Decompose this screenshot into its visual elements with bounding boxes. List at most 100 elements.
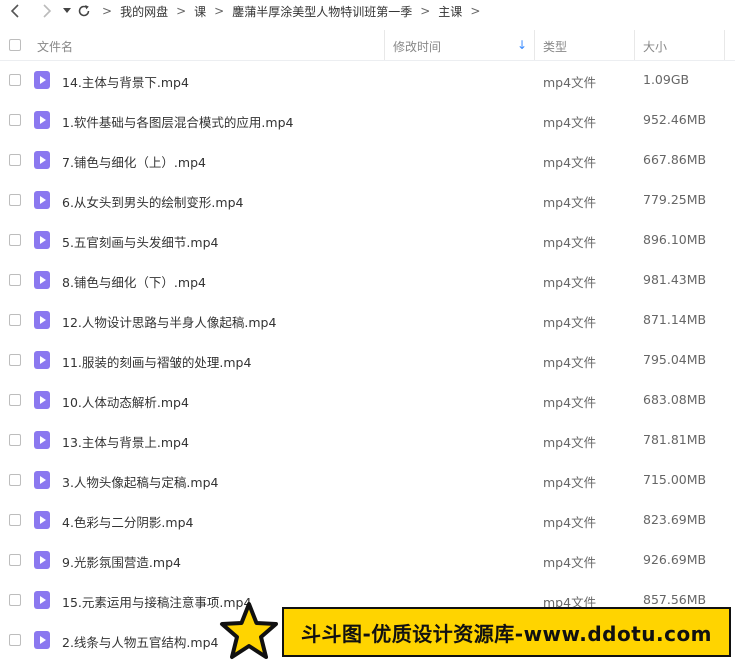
row-checkbox[interactable] <box>9 634 21 646</box>
file-row[interactable]: 14.主体与背景下.mp4 mp4文件 1.09GB <box>0 60 735 100</box>
file-type: mp4文件 <box>543 155 597 170</box>
row-checkbox[interactable] <box>9 114 21 126</box>
video-file-icon <box>34 111 50 129</box>
file-name[interactable]: 14.主体与背景下.mp4 <box>62 72 189 91</box>
breadcrumb-main-course[interactable]: 主课 <box>438 3 462 20</box>
file-type: mp4文件 <box>543 555 597 570</box>
top-nav-bar: > 我的网盘 > 课 > 鏖蒲半厚涂美型人物特训班第一季 > 主课 > <box>0 0 735 22</box>
sort-descending-icon[interactable]: ↓ <box>517 38 527 52</box>
video-file-icon <box>34 391 50 409</box>
file-type: mp4文件 <box>543 355 597 370</box>
file-row[interactable]: 13.主体与背景上.mp4 mp4文件 781.81MB <box>0 420 735 460</box>
video-file-icon <box>34 551 50 569</box>
history-dropdown-button[interactable] <box>60 0 74 22</box>
file-type: mp4文件 <box>543 315 597 330</box>
breadcrumb-course[interactable]: 课 <box>194 3 206 20</box>
file-size: 779.25MB <box>643 192 707 207</box>
file-row[interactable]: 7.铺色与细化（上）.mp4 mp4文件 667.86MB <box>0 140 735 180</box>
row-checkbox[interactable] <box>9 74 21 86</box>
row-checkbox[interactable] <box>9 154 21 166</box>
file-row[interactable]: 1.软件基础与各图层混合模式的应用.mp4 mp4文件 952.46MB <box>0 100 735 140</box>
video-file-icon <box>34 271 50 289</box>
file-type: mp4文件 <box>543 475 597 490</box>
file-row[interactable]: 11.服装的刻画与褶皱的处理.mp4 mp4文件 795.04MB <box>0 340 735 380</box>
select-all-checkbox[interactable] <box>9 39 21 51</box>
breadcrumb-separator: > <box>214 4 225 18</box>
file-name[interactable]: 4.色彩与二分阴影.mp4 <box>62 512 193 531</box>
row-checkbox[interactable] <box>9 394 21 406</box>
column-divider[interactable] <box>534 30 535 60</box>
row-checkbox[interactable] <box>9 514 21 526</box>
back-icon <box>10 4 19 18</box>
row-checkbox[interactable] <box>9 354 21 366</box>
row-checkbox[interactable] <box>9 274 21 286</box>
row-checkbox[interactable] <box>9 554 21 566</box>
breadcrumb-my-drive[interactable]: 我的网盘 <box>120 3 168 20</box>
file-row[interactable]: 10.人体动态解析.mp4 mp4文件 683.08MB <box>0 380 735 420</box>
file-type: mp4文件 <box>543 195 597 210</box>
file-type: mp4文件 <box>543 435 597 450</box>
file-name[interactable]: 3.人物头像起稿与定稿.mp4 <box>62 472 218 491</box>
row-checkbox[interactable] <box>9 314 21 326</box>
refresh-icon <box>78 5 90 17</box>
column-header-type[interactable]: 类型 <box>543 38 567 55</box>
file-type: mp4文件 <box>543 515 597 530</box>
file-row[interactable]: 3.人物头像起稿与定稿.mp4 mp4文件 715.00MB <box>0 460 735 500</box>
row-checkbox[interactable] <box>9 474 21 486</box>
video-file-icon <box>34 231 50 249</box>
file-size: 952.46MB <box>643 112 707 127</box>
row-checkbox[interactable] <box>9 434 21 446</box>
file-size: 926.69MB <box>643 552 707 567</box>
file-row[interactable]: 6.从女头到男头的绘制变形.mp4 mp4文件 779.25MB <box>0 180 735 220</box>
video-file-icon <box>34 471 50 489</box>
file-name[interactable]: 5.五官刻画与头发细节.mp4 <box>62 232 218 251</box>
back-button[interactable] <box>2 0 28 22</box>
column-header-size[interactable]: 大小 <box>643 38 667 55</box>
row-checkbox[interactable] <box>9 194 21 206</box>
file-row[interactable]: 4.色彩与二分阴影.mp4 mp4文件 823.69MB <box>0 500 735 540</box>
breadcrumb-class-folder[interactable]: 鏖蒲半厚涂美型人物特训班第一季 <box>232 3 412 20</box>
file-row[interactable]: 5.五官刻画与头发细节.mp4 mp4文件 896.10MB <box>0 220 735 260</box>
file-type: mp4文件 <box>543 275 597 290</box>
file-name[interactable]: 2.线条与人物五官结构.mp4 <box>62 632 218 651</box>
file-name[interactable]: 6.从女头到男头的绘制变形.mp4 <box>62 192 243 211</box>
column-divider[interactable] <box>724 30 725 60</box>
file-type: mp4文件 <box>543 75 597 90</box>
column-header-name[interactable]: 文件名 <box>37 38 73 55</box>
row-checkbox[interactable] <box>9 594 21 606</box>
file-size: 683.08MB <box>643 392 707 407</box>
file-size: 896.10MB <box>643 232 707 247</box>
file-size: 715.00MB <box>643 472 707 487</box>
column-divider[interactable] <box>384 30 385 60</box>
file-size: 795.04MB <box>643 352 707 367</box>
file-row[interactable]: 12.人物设计思路与半身人像起稿.mp4 mp4文件 871.14MB <box>0 300 735 340</box>
file-name[interactable]: 8.铺色与细化（下）.mp4 <box>62 272 206 291</box>
column-header-modified[interactable]: 修改时间 <box>393 38 441 55</box>
column-divider[interactable] <box>634 30 635 60</box>
file-name[interactable]: 9.光影氛围营造.mp4 <box>62 552 181 571</box>
video-file-icon <box>34 191 50 209</box>
file-size: 667.86MB <box>643 152 707 167</box>
file-size: 1.09GB <box>643 72 690 87</box>
refresh-button[interactable] <box>74 0 94 22</box>
watermark-text: 斗斗图-优质设计资源库-www.ddotu.com <box>282 607 731 657</box>
file-list-header: 文件名 修改时间 ↓ 类型 大小 <box>0 30 735 61</box>
forward-button[interactable] <box>34 0 60 22</box>
row-checkbox[interactable] <box>9 234 21 246</box>
file-name[interactable]: 1.软件基础与各图层混合模式的应用.mp4 <box>62 112 293 131</box>
file-name[interactable]: 13.主体与背景上.mp4 <box>62 432 189 451</box>
file-name[interactable]: 11.服装的刻画与褶皱的处理.mp4 <box>62 352 251 371</box>
forward-icon <box>43 4 52 18</box>
file-size: 981.43MB <box>643 272 707 287</box>
video-file-icon <box>34 591 50 609</box>
breadcrumb-separator: > <box>420 4 431 18</box>
video-file-icon <box>34 151 50 169</box>
file-row[interactable]: 8.铺色与细化（下）.mp4 mp4文件 981.43MB <box>0 260 735 300</box>
file-name[interactable]: 10.人体动态解析.mp4 <box>62 392 189 411</box>
watermark-banner: 斗斗图-优质设计资源库-www.ddotu.com <box>218 601 735 663</box>
breadcrumb-separator: > <box>102 4 113 18</box>
file-name[interactable]: 12.人物设计思路与半身人像起稿.mp4 <box>62 312 276 331</box>
file-row[interactable]: 9.光影氛围营造.mp4 mp4文件 926.69MB <box>0 540 735 580</box>
star-icon <box>220 602 278 659</box>
file-name[interactable]: 7.铺色与细化（上）.mp4 <box>62 152 206 171</box>
